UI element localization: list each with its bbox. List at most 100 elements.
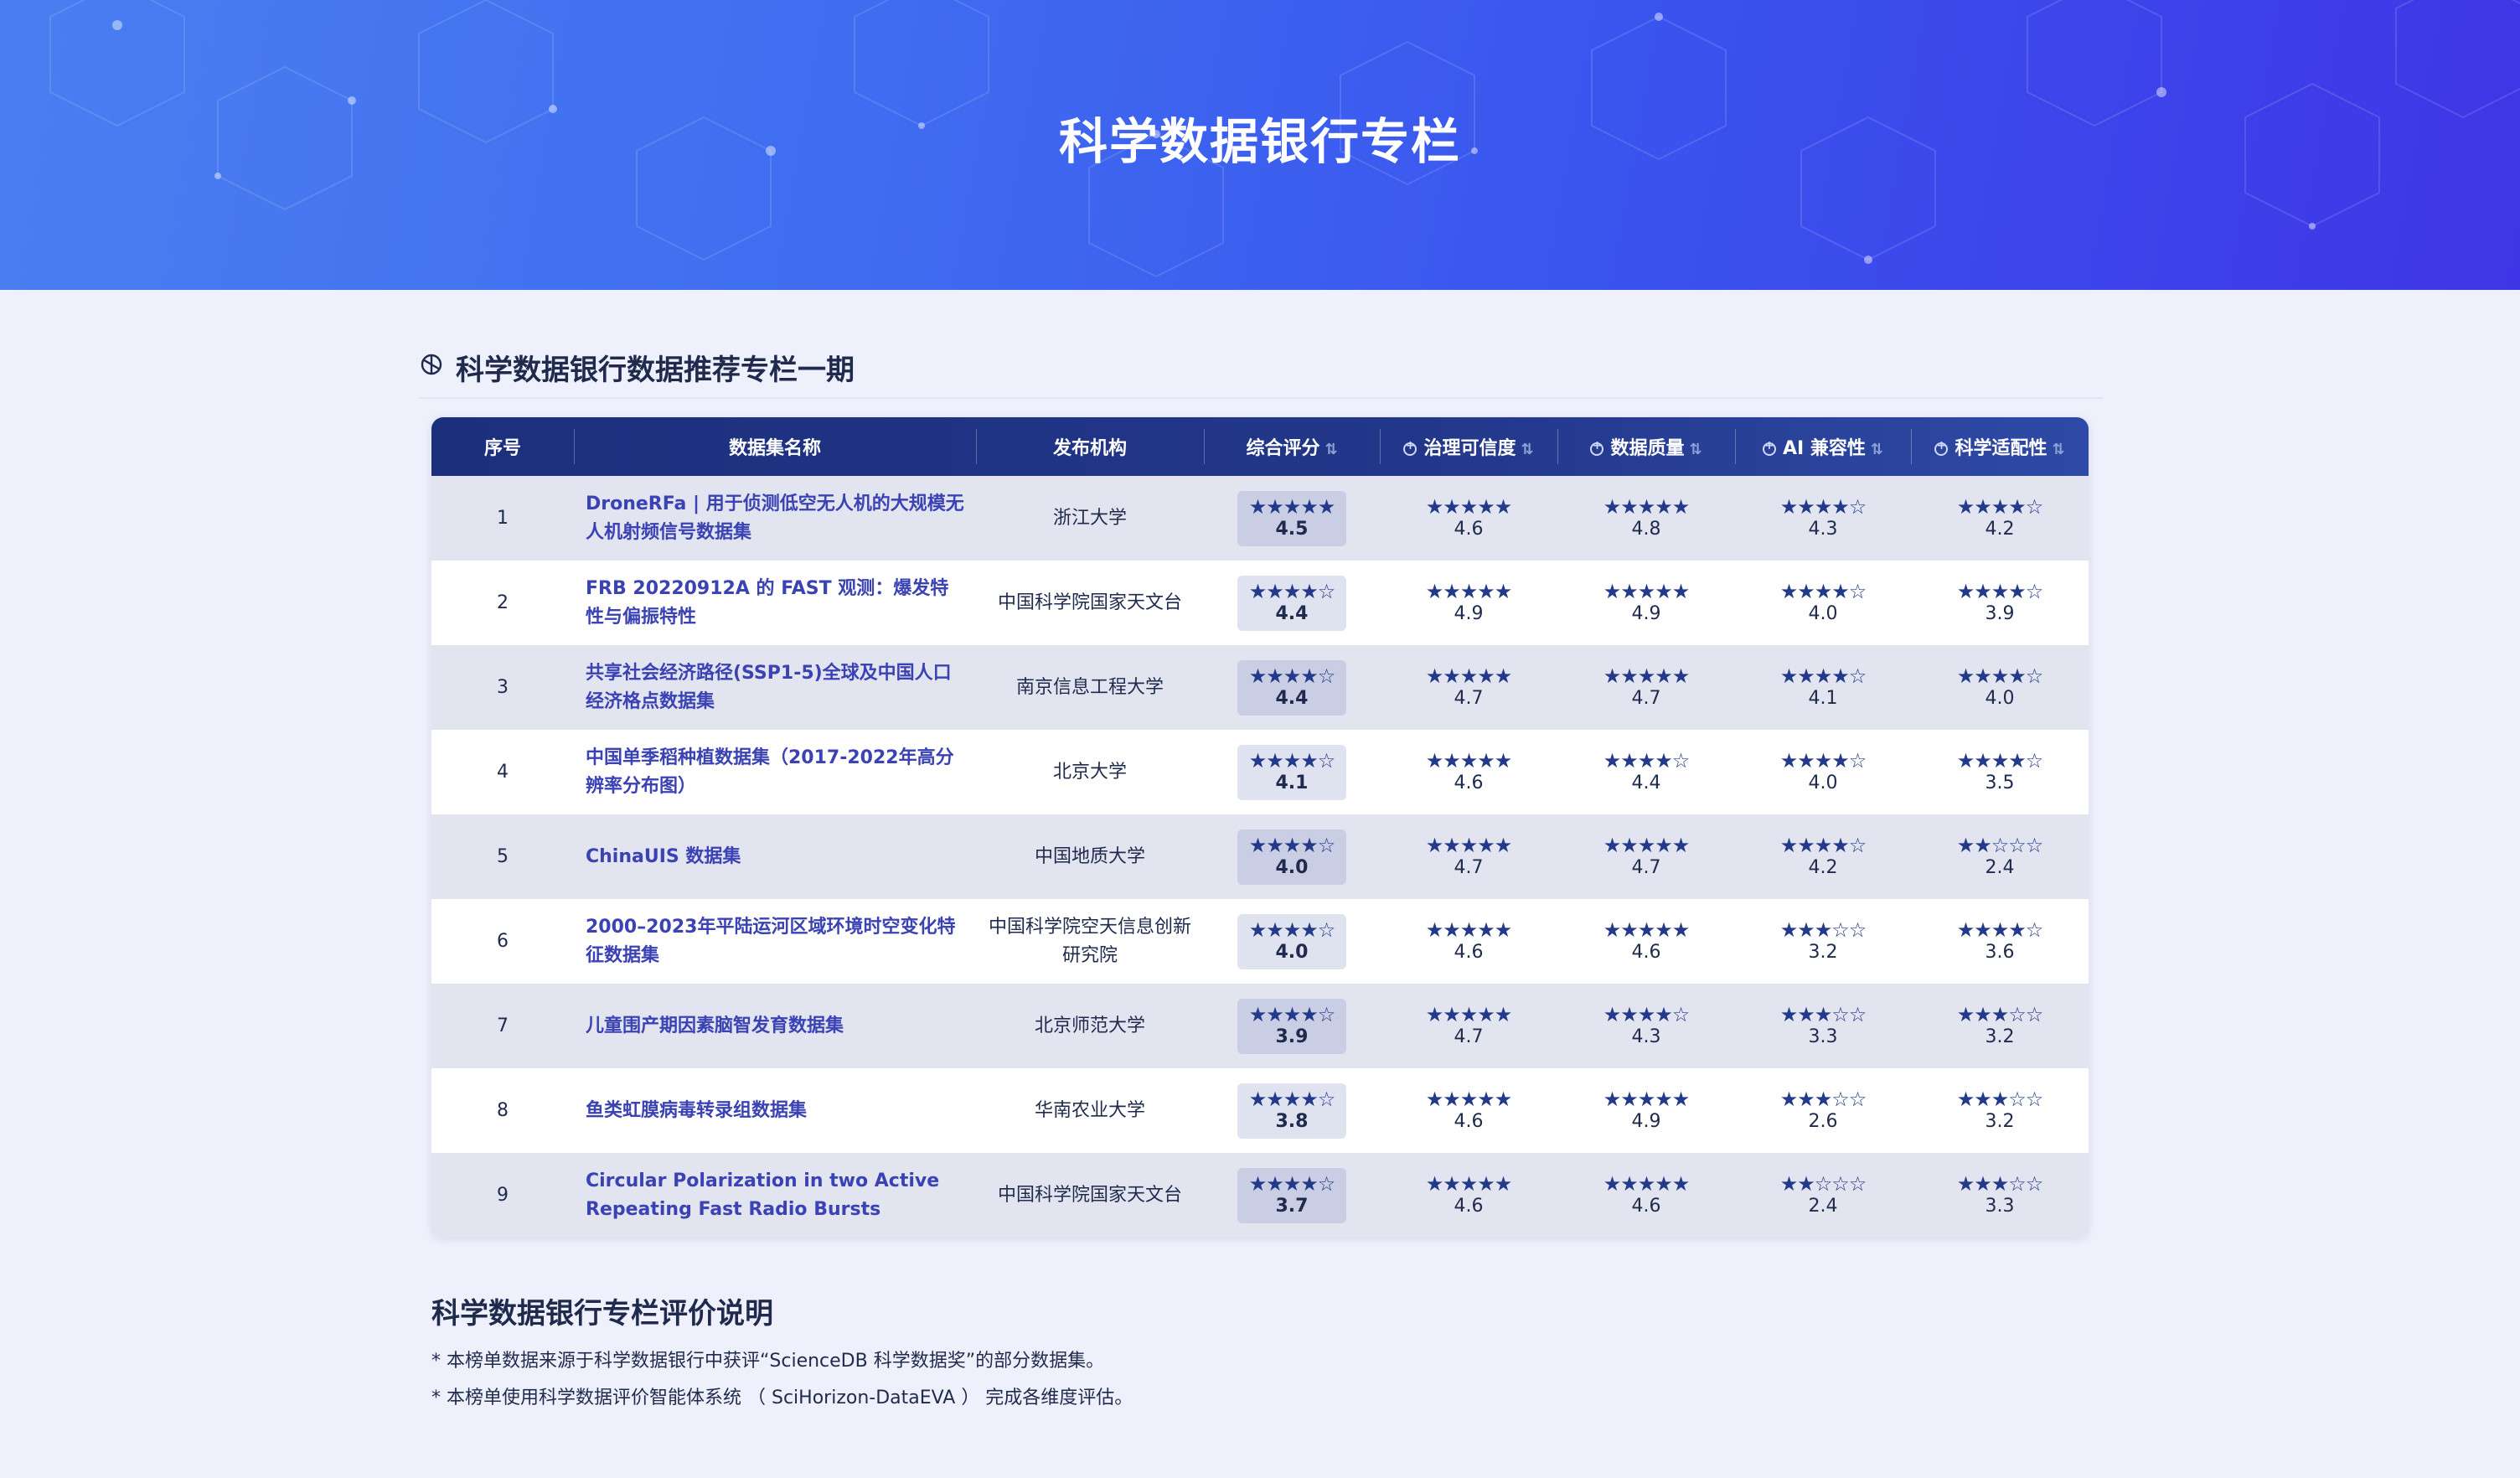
publisher-org: 华南农业大学 bbox=[1034, 1099, 1145, 1121]
dataset-name-link[interactable]: 儿童围产期因素脑智发育数据集 bbox=[574, 984, 976, 1068]
dataset-name-link[interactable]: FRB 20220912A 的 FAST 观测：爆发特性与偏振特性 bbox=[574, 561, 976, 645]
star-rating-icon: ★★★★☆ bbox=[1248, 833, 1336, 857]
overall-score-badge: ★★★★☆ 4.0 bbox=[1237, 829, 1346, 885]
star-rating-icon: ★★★★★ bbox=[1603, 579, 1691, 603]
star-rating-icon: ★★★★★ bbox=[1603, 833, 1691, 857]
table-row: 7 儿童围产期因素脑智发育数据集 北京师范大学 ★★★★☆ 3.9 ★★★★★ 4.7 ★★★… bbox=[431, 984, 2089, 1068]
sort-icon[interactable]: ⇅ bbox=[1871, 441, 1883, 458]
publisher-org: 北京大学 bbox=[1052, 761, 1127, 783]
star-rating-icon: ★★★★★ bbox=[1425, 664, 1513, 688]
row-index: 1 bbox=[497, 508, 509, 529]
quality-score-value: 4.6 bbox=[1631, 941, 1661, 963]
publisher-org: 北京师范大学 bbox=[1034, 1015, 1145, 1036]
overall-score-cell: ★★★★☆ 4.1 bbox=[1204, 730, 1380, 814]
star-rating-icon: ★★★★★ bbox=[1603, 664, 1691, 688]
star-rating-icon: ★★★★☆ bbox=[1248, 1087, 1336, 1111]
dataset-name-link[interactable]: ChinaUIS 数据集 bbox=[574, 814, 976, 899]
sort-icon[interactable]: ⇅ bbox=[1521, 441, 1533, 458]
overall-score-value: 4.1 bbox=[1275, 772, 1309, 793]
overall-score-badge: ★★★★☆ 4.4 bbox=[1237, 575, 1346, 631]
overall-score-value: 4.4 bbox=[1275, 602, 1309, 624]
governance-score-value: 4.6 bbox=[1454, 772, 1484, 793]
governance-score-cell: ★★★★★ 4.7 bbox=[1380, 814, 1557, 899]
star-rating-icon: ★★★★☆ bbox=[1956, 917, 2044, 942]
quality-score-value: 4.7 bbox=[1631, 687, 1661, 709]
dataset-name-link[interactable]: 鱼类虹膜病毒转录组数据集 bbox=[574, 1068, 976, 1153]
ai-score-cell: ★★★★☆ 4.1 bbox=[1735, 645, 1911, 730]
star-rating-icon: ★★★☆☆ bbox=[1779, 1002, 1867, 1026]
quality-score-value: 4.7 bbox=[1631, 856, 1661, 878]
science-score-cell: ★★★★☆ 3.6 bbox=[1911, 899, 2089, 984]
overall-score-cell: ★★★★☆ 3.8 bbox=[1204, 1068, 1380, 1153]
governance-score-cell: ★★★★★ 4.6 bbox=[1380, 1068, 1557, 1153]
ai-score-value: 2.6 bbox=[1808, 1110, 1838, 1132]
sort-icon[interactable]: ⇅ bbox=[2052, 441, 2064, 458]
row-index: 7 bbox=[497, 1015, 509, 1036]
quality-score-cell: ★★★★☆ 4.4 bbox=[1557, 730, 1735, 814]
header-quality[interactable]: 数据质量⇅ bbox=[1557, 417, 1735, 476]
overall-score-badge: ★★★★☆ 4.0 bbox=[1237, 913, 1346, 969]
overall-score-value: 3.8 bbox=[1275, 1110, 1309, 1132]
overall-score-cell: ★★★★☆ 4.0 bbox=[1204, 814, 1380, 899]
science-score-value: 3.3 bbox=[1985, 1195, 2015, 1217]
dataset-name-link[interactable]: 中国单季稻种植数据集（2017-2022年高分辨率分布图） bbox=[574, 730, 976, 814]
row-index: 5 bbox=[497, 846, 509, 867]
dataset-name-link[interactable]: DroneRFa | 用于侦测低空无人机的大规模无人机射频信号数据集 bbox=[574, 476, 976, 561]
notes-title: 科学数据银行专栏评价说明 bbox=[431, 1297, 773, 1331]
publisher-org: 浙江大学 bbox=[1052, 507, 1127, 529]
header-governance[interactable]: 治理可信度⇅ bbox=[1380, 417, 1557, 476]
row-index: 2 bbox=[497, 592, 509, 613]
quality-score-cell: ★★★★★ 4.6 bbox=[1557, 899, 1735, 984]
table-row: 8 鱼类虹膜病毒转录组数据集 华南农业大学 ★★★★☆ 3.8 ★★★★★ 4.6 ★★★★★… bbox=[431, 1068, 2089, 1153]
science-score-value: 3.6 bbox=[1985, 941, 2015, 963]
overall-score-value: 4.0 bbox=[1275, 941, 1309, 963]
quality-score-cell: ★★★★☆ 4.3 bbox=[1557, 984, 1735, 1068]
overall-score-value: 3.7 bbox=[1275, 1195, 1309, 1217]
star-rating-icon: ★★★★★ bbox=[1425, 579, 1513, 603]
header-science[interactable]: 科学适配性⇅ bbox=[1911, 417, 2089, 476]
overall-score-cell: ★★★★☆ 4.4 bbox=[1204, 561, 1380, 645]
quality-score-cell: ★★★★★ 4.7 bbox=[1557, 814, 1735, 899]
header-overall[interactable]: 综合评分 ⇅ bbox=[1204, 417, 1380, 476]
row-index: 4 bbox=[497, 762, 509, 783]
dataset-name-link[interactable]: 2000–2023年平陆运河区域环境时空变化特征数据集 bbox=[574, 899, 976, 984]
science-score-cell: ★★★★☆ 4.0 bbox=[1911, 645, 2089, 730]
star-rating-icon: ★★★★★ bbox=[1425, 1087, 1513, 1111]
overall-score-cell: ★★★★☆ 4.4 bbox=[1204, 645, 1380, 730]
ranking-table: 序号 数据集名称 发布机构 综合评分⇅ 治理可信度⇅ 数据质量⇅ AI 兼容性⇅… bbox=[431, 417, 2089, 1238]
star-rating-icon: ★★★★★ bbox=[1603, 1171, 1691, 1196]
row-index: 6 bbox=[497, 931, 509, 952]
quality-score-cell: ★★★★★ 4.9 bbox=[1557, 561, 1735, 645]
governance-score-value: 4.6 bbox=[1454, 941, 1484, 963]
ai-score-cell: ★★★☆☆ 3.2 bbox=[1735, 899, 1911, 984]
governance-score-cell: ★★★★★ 4.7 bbox=[1380, 645, 1557, 730]
table-row: 6 2000–2023年平陆运河区域环境时空变化特征数据集 中国科学院空天信息创新研… bbox=[431, 899, 2089, 984]
governance-score-cell: ★★★★★ 4.7 bbox=[1380, 984, 1557, 1068]
table-row: 4 中国单季稻种植数据集（2017-2022年高分辨率分布图） 北京大学 ★★★★☆ 4… bbox=[431, 730, 2089, 814]
sort-icon[interactable]: ⇅ bbox=[1689, 441, 1702, 458]
star-rating-icon: ★★★☆☆ bbox=[1956, 1002, 2044, 1026]
science-score-value: 4.0 bbox=[1985, 687, 2015, 709]
sort-icon[interactable]: ⇅ bbox=[1325, 441, 1337, 458]
star-rating-icon: ★★★★☆ bbox=[1603, 748, 1691, 773]
star-rating-icon: ★★★★☆ bbox=[1956, 664, 2044, 688]
ai-score-value: 2.4 bbox=[1808, 1195, 1838, 1217]
table-row: 3 共享社会经济路径(SSP1-5)全球及中国人口经济格点数据集 南京信息工程大学 ★… bbox=[431, 645, 2089, 730]
ai-score-cell: ★★★★☆ 4.0 bbox=[1735, 730, 1911, 814]
row-index: 9 bbox=[497, 1185, 509, 1206]
plus-circle-icon bbox=[1590, 439, 1604, 456]
star-rating-icon: ★★★★☆ bbox=[1779, 579, 1867, 603]
header-ai[interactable]: AI 兼容性⇅ bbox=[1735, 417, 1911, 476]
quality-score-value: 4.3 bbox=[1631, 1026, 1661, 1047]
governance-score-value: 4.7 bbox=[1454, 1026, 1484, 1047]
quality-score-cell: ★★★★★ 4.8 bbox=[1557, 476, 1735, 561]
overall-score-cell: ★★★★☆ 3.7 bbox=[1204, 1153, 1380, 1238]
governance-score-cell: ★★★★★ 4.6 bbox=[1380, 730, 1557, 814]
dataset-name-link[interactable]: Circular Polarization in two Active Repe… bbox=[574, 1153, 976, 1238]
section-header: 科学数据银行数据推荐专栏一期 bbox=[419, 344, 2103, 399]
dataset-name-link[interactable]: 共享社会经济路径(SSP1-5)全球及中国人口经济格点数据集 bbox=[574, 645, 976, 730]
quality-score-value: 4.8 bbox=[1631, 518, 1661, 540]
note-line: * 本榜单使用科学数据评价智能体系统 （ SciHorizon-DataEVA … bbox=[431, 1388, 1133, 1408]
table-row: 1 DroneRFa | 用于侦测低空无人机的大规模无人机射频信号数据集 浙江大学 ★… bbox=[431, 476, 2089, 561]
plus-circle-icon bbox=[1934, 439, 1949, 456]
